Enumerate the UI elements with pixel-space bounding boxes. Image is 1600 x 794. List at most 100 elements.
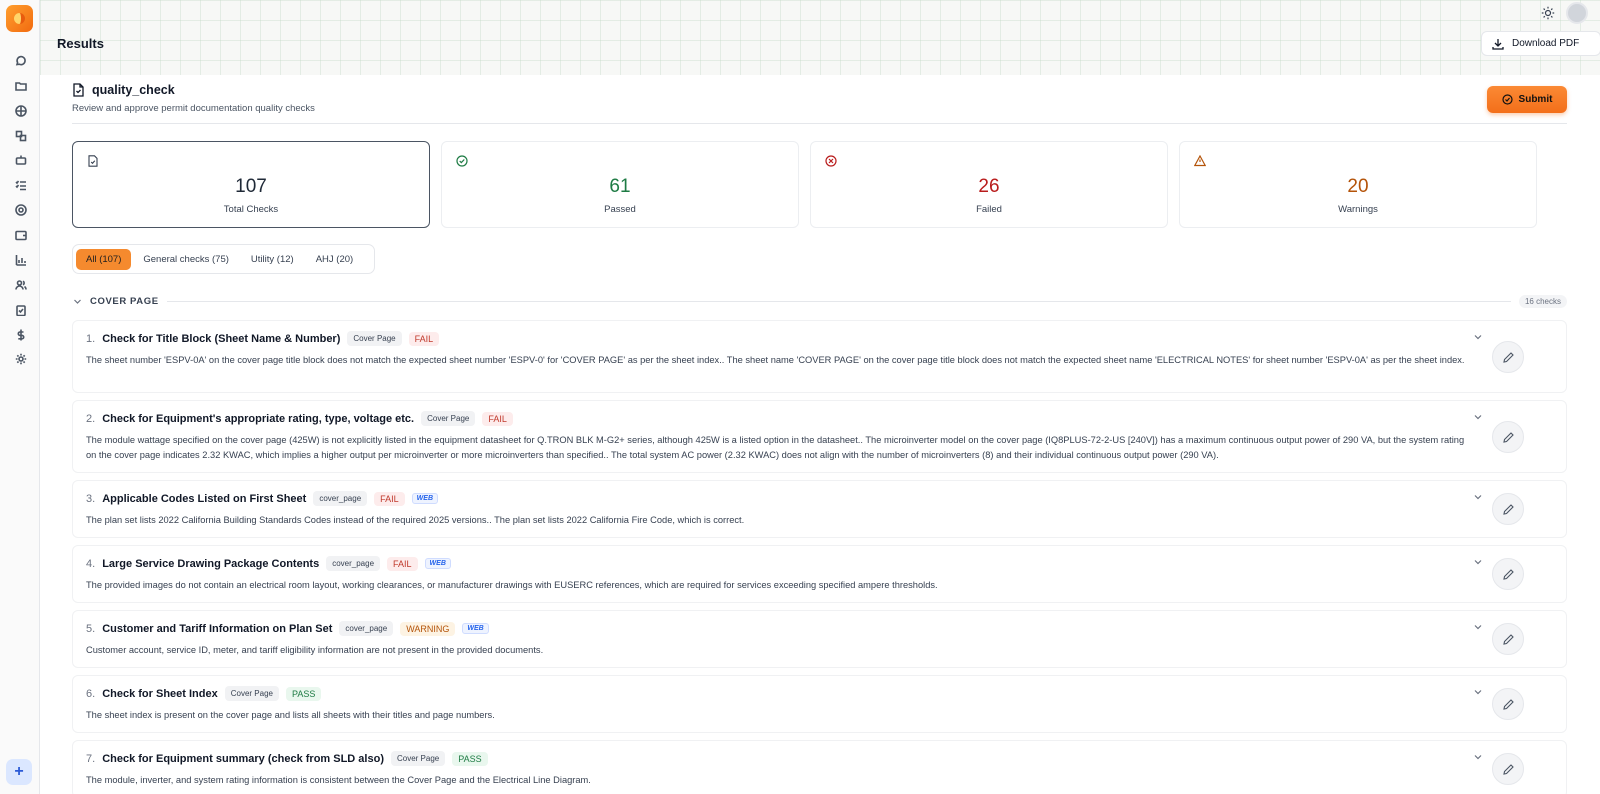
edit-button[interactable]	[1492, 421, 1524, 453]
check-item[interactable]: 1. Check for Title Block (Sheet Name & N…	[72, 320, 1567, 393]
chevron-down-icon[interactable]	[1473, 687, 1483, 697]
page-subtitle: Review and approve permit documentation …	[72, 103, 315, 114]
edit-button[interactable]	[1492, 623, 1524, 655]
robot-icon[interactable]	[14, 153, 27, 166]
check-item[interactable]: 4. Large Service Drawing Package Content…	[72, 545, 1567, 603]
chevron-down-icon[interactable]	[1473, 332, 1483, 342]
check-number: 5.	[86, 622, 96, 635]
bar-chart-icon[interactable]	[14, 253, 27, 266]
check-item[interactable]: 6. Check for Sheet Index Cover Page PASS…	[72, 675, 1567, 733]
stat-card-warnings[interactable]: 20 Warnings	[1179, 141, 1537, 228]
check-title: Check for Sheet Index	[102, 687, 218, 700]
status-badge: FAIL	[408, 331, 440, 346]
stat-value: 26	[978, 176, 1000, 197]
check-circle-icon	[456, 155, 468, 167]
check-description: The provided images do not contain an el…	[86, 580, 938, 590]
puzzle-icon[interactable]	[14, 129, 27, 142]
page-header: quality_check Review and approve permit …	[72, 83, 315, 114]
stat-label: Total Checks	[223, 204, 279, 215]
edit-button[interactable]	[1492, 341, 1524, 373]
stat-card-total[interactable]: 107 Total Checks	[72, 141, 430, 228]
check-number: 7.	[86, 752, 96, 765]
submit-label: Submit	[1518, 94, 1553, 105]
check-item[interactable]: 5. Customer and Tariff Information on Pl…	[72, 610, 1567, 668]
chevron-down-icon[interactable]	[1473, 752, 1483, 762]
category-chip: Cover Page	[421, 411, 476, 426]
check-title: Check for Equipment's appropriate rating…	[102, 412, 415, 425]
submit-button[interactable]: Submit	[1487, 86, 1567, 113]
edit-button[interactable]	[1492, 558, 1524, 590]
status-badge: FAIL	[374, 491, 405, 506]
category-chip: cover_page	[326, 556, 381, 571]
category-chip: Cover Page	[224, 686, 279, 701]
pencil-icon	[1502, 568, 1514, 580]
chevron-down-icon[interactable]	[1473, 412, 1483, 422]
web-source-badge: WEB	[462, 623, 489, 634]
download-icon	[1492, 38, 1504, 50]
web-source-badge: WEB	[411, 493, 439, 504]
check-item[interactable]: 2. Check for Equipment's appropriate rat…	[72, 400, 1567, 473]
support-icon[interactable]	[14, 203, 27, 216]
section-count-badge: 16 checks	[1518, 294, 1567, 308]
check-number: 4.	[86, 557, 96, 570]
page-title: quality_check	[72, 83, 315, 97]
stat-label: Passed	[604, 204, 636, 215]
pencil-icon	[1502, 633, 1514, 645]
stat-card-failed[interactable]: 26 Failed	[810, 141, 1168, 228]
download-pdf-button[interactable]: Download PDF	[1481, 31, 1600, 56]
check-circle-icon	[1501, 94, 1513, 105]
chevron-down-icon[interactable]	[1473, 622, 1483, 632]
app-logo[interactable]	[6, 5, 33, 32]
edit-button[interactable]	[1492, 493, 1524, 525]
check-description: The module wattage specified on the cove…	[86, 435, 1465, 460]
document-icon	[73, 83, 84, 97]
chat-icon[interactable]	[14, 54, 27, 67]
settings-icon[interactable]	[14, 352, 27, 365]
tab-general-checks[interactable]: General checks (75)	[133, 249, 239, 270]
divider	[72, 123, 1567, 124]
download-pdf-label: Download PDF	[1512, 38, 1580, 49]
status-badge: PASS	[285, 686, 322, 701]
folder-icon[interactable]	[14, 79, 27, 92]
avatar[interactable]	[1566, 2, 1588, 24]
check-title: Check for Equipment summary (check from …	[102, 752, 384, 765]
status-badge: FAIL	[387, 556, 418, 571]
check-description: Customer account, service ID, meter, and…	[86, 645, 544, 655]
section-header-cover-page[interactable]: COVER PAGE 16 checks	[73, 294, 1567, 308]
clipboard-check-icon[interactable]	[14, 303, 27, 316]
status-badge: FAIL	[482, 411, 513, 426]
stat-value: 20	[1347, 176, 1369, 197]
users-icon[interactable]	[14, 278, 27, 291]
chevron-down-icon[interactable]	[1473, 492, 1483, 502]
new-item-button[interactable]: +	[6, 759, 32, 785]
status-badge: PASS	[452, 751, 488, 766]
edit-button[interactable]	[1492, 688, 1524, 720]
tab-utility[interactable]: Utility (12)	[241, 249, 304, 270]
warning-icon	[1194, 155, 1206, 167]
tab-ahj[interactable]: AHJ (20)	[306, 249, 363, 270]
chevron-down-icon[interactable]	[73, 297, 82, 306]
sun-icon[interactable]	[1541, 6, 1555, 20]
category-chip: Cover Page	[390, 751, 446, 766]
category-chip: cover_page	[339, 621, 394, 636]
stat-value: 107	[235, 176, 267, 197]
check-number: 2.	[86, 412, 96, 425]
chevron-down-icon[interactable]	[1473, 557, 1483, 567]
dollar-icon[interactable]	[14, 328, 27, 341]
pencil-icon	[1502, 698, 1514, 710]
check-number: 1.	[86, 332, 96, 345]
section-divider	[166, 300, 1511, 302]
sidebar: +	[0, 0, 40, 794]
checklist-icon[interactable]	[14, 178, 27, 191]
check-number: 6.	[86, 687, 96, 700]
category-chip: cover_page	[313, 491, 368, 506]
edit-button[interactable]	[1492, 753, 1524, 785]
stat-label: Warnings	[1338, 204, 1378, 215]
tab-all[interactable]: All (107)	[76, 248, 132, 270]
globe-icon[interactable]	[14, 104, 27, 117]
check-item[interactable]: 3. Applicable Codes Listed on First Shee…	[72, 480, 1567, 538]
stat-card-passed[interactable]: 61 Passed	[441, 141, 799, 228]
check-item[interactable]: 7. Check for Equipment summary (check fr…	[72, 740, 1567, 794]
check-description: The plan set lists 2022 California Build…	[86, 515, 745, 525]
wallet-icon[interactable]	[14, 228, 27, 241]
